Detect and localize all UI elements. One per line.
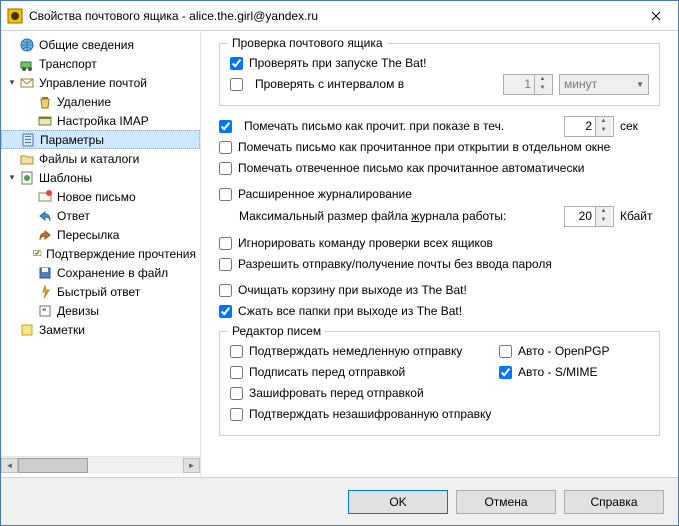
label-encrypt: Зашифровать перед отправкой bbox=[249, 386, 424, 400]
label-mark-read-show: Помечать письмо как прочит. при показе в… bbox=[244, 119, 504, 133]
label-sign: Подписать перед отправкой bbox=[249, 365, 405, 379]
dialog-footer: OK Отмена Справка bbox=[1, 477, 678, 525]
tree-item-templates[interactable]: Шаблоны bbox=[1, 168, 200, 187]
checkbox-ext-journal[interactable] bbox=[219, 188, 232, 201]
forward-icon bbox=[37, 227, 53, 243]
spinner-mark-read-seconds[interactable]: ▲▼ bbox=[564, 116, 614, 137]
horizontal-scrollbar[interactable]: ◄ ► bbox=[1, 456, 200, 473]
checkbox-confirm-unenc[interactable] bbox=[230, 408, 243, 421]
new-msg-icon bbox=[37, 189, 53, 205]
quick-reply-icon bbox=[37, 284, 53, 300]
group-check-mailbox: Проверка почтового ящика Проверять при з… bbox=[219, 43, 660, 106]
tree-item-reply[interactable]: Ответ bbox=[1, 206, 200, 225]
label-auto-smime: Авто - S/MIME bbox=[518, 365, 597, 379]
chevron-down-icon[interactable] bbox=[5, 77, 19, 88]
transport-icon bbox=[19, 56, 35, 72]
checkbox-empty-trash[interactable] bbox=[219, 284, 232, 297]
imap-icon bbox=[37, 113, 53, 129]
checkbox-compact[interactable] bbox=[219, 305, 232, 318]
tree-item-imap[interactable]: Настройка IMAP bbox=[1, 111, 200, 130]
mail-icon bbox=[19, 75, 35, 91]
tree-item-forward[interactable]: Пересылка bbox=[1, 225, 200, 244]
label-check-at-start: Проверять при запуске The Bat! bbox=[249, 56, 427, 70]
label-mark-read-open: Помечать письмо как прочитанное при откр… bbox=[238, 140, 610, 154]
scroll-thumb[interactable] bbox=[18, 458, 88, 473]
label-empty-trash: Очищать корзину при выходе из The Bat! bbox=[238, 283, 467, 297]
chevron-down-icon[interactable] bbox=[5, 172, 19, 183]
checkbox-ignore-checkall[interactable] bbox=[219, 237, 232, 250]
checkbox-mark-replied[interactable] bbox=[219, 162, 232, 175]
folder-icon bbox=[19, 151, 35, 167]
trash-icon bbox=[37, 94, 53, 110]
label-auto-pgp: Авто - OpenPGP bbox=[518, 344, 610, 358]
tree-item-mottos[interactable]: ❝ Девизы bbox=[1, 301, 200, 320]
close-button[interactable] bbox=[633, 1, 678, 30]
label-seconds-unit: сек bbox=[620, 119, 660, 133]
tree-item-deletion[interactable]: Удаление bbox=[1, 92, 200, 111]
chevron-down-icon: ▼ bbox=[636, 80, 644, 89]
globe-icon bbox=[19, 37, 35, 53]
label-compact: Сжать все папки при выходе из The Bat! bbox=[238, 304, 462, 318]
cancel-button[interactable]: Отмена bbox=[456, 490, 556, 514]
label-check-interval: Проверять с интервалом в bbox=[255, 77, 497, 91]
checkbox-mark-read-show[interactable] bbox=[219, 120, 232, 133]
templates-icon bbox=[19, 170, 35, 186]
help-button[interactable]: Справка bbox=[564, 490, 664, 514]
settings-panel: Проверка почтового ящика Проверять при з… bbox=[201, 31, 678, 477]
scroll-left-button[interactable]: ◄ bbox=[1, 458, 18, 473]
tree-item-mail-mgmt[interactable]: Управление почтой bbox=[1, 73, 200, 92]
tree-item-general[interactable]: Общие сведения bbox=[1, 35, 200, 54]
checkbox-check-at-start[interactable] bbox=[230, 57, 243, 70]
app-icon bbox=[7, 8, 23, 24]
mottos-icon: ❝ bbox=[37, 303, 53, 319]
window-title: Свойства почтового ящика - alice.the.gir… bbox=[29, 9, 633, 23]
label-mark-replied: Помечать отвеченное письмо как прочитанн… bbox=[238, 161, 584, 175]
checkbox-confirm-immediate[interactable] bbox=[230, 345, 243, 358]
scroll-right-button[interactable]: ► bbox=[183, 458, 200, 473]
checkbox-auto-pgp[interactable] bbox=[499, 345, 512, 358]
label-allow-nopass: Разрешить отправку/получение почты без в… bbox=[238, 257, 552, 271]
checkbox-mark-read-open[interactable] bbox=[219, 141, 232, 154]
tree-item-params[interactable]: Параметры bbox=[1, 130, 200, 149]
confirm-icon bbox=[32, 246, 42, 262]
params-icon bbox=[20, 132, 36, 148]
group-editor: Редактор писем Подтверждать немедленную … bbox=[219, 331, 660, 436]
checkbox-auto-smime[interactable] bbox=[499, 366, 512, 379]
label-ext-journal: Расширенное журналирование bbox=[238, 187, 412, 201]
spinner-interval[interactable]: ▲▼ bbox=[503, 74, 553, 95]
ok-button[interactable]: OK bbox=[348, 490, 448, 514]
tree-item-notes[interactable]: Заметки bbox=[1, 320, 200, 339]
nav-tree: Общие сведения Транспорт Управление почт… bbox=[1, 31, 201, 477]
tree-item-save-file[interactable]: Сохранение в файл bbox=[1, 263, 200, 282]
label-ignore-checkall: Игнорировать команду проверки всех ящико… bbox=[238, 236, 493, 250]
tree-item-read-confirm[interactable]: Подтверждение прочтения bbox=[1, 244, 200, 263]
reply-icon bbox=[37, 208, 53, 224]
notes-icon bbox=[19, 322, 35, 338]
label-kbyte-unit: Кбайт bbox=[620, 209, 660, 223]
svg-text:❝: ❝ bbox=[42, 307, 46, 316]
checkbox-allow-nopass[interactable] bbox=[219, 258, 232, 271]
label-journal-size: Максимальный размер файла журнала работы… bbox=[239, 209, 506, 223]
group-legend: Проверка почтового ящика bbox=[228, 36, 387, 50]
label-confirm-unenc: Подтверждать незашифрованную отправку bbox=[249, 407, 491, 421]
label-confirm-immediate: Подтверждать немедленную отправку bbox=[249, 344, 462, 358]
save-icon bbox=[37, 265, 53, 281]
combo-interval-unit[interactable]: минут ▼ bbox=[559, 74, 649, 95]
tree-item-new-msg[interactable]: Новое письмо bbox=[1, 187, 200, 206]
checkbox-sign[interactable] bbox=[230, 366, 243, 379]
spinner-journal-size[interactable]: ▲▼ bbox=[564, 206, 614, 227]
titlebar: Свойства почтового ящика - alice.the.gir… bbox=[1, 1, 678, 31]
checkbox-encrypt[interactable] bbox=[230, 387, 243, 400]
dialog-window: Свойства почтового ящика - alice.the.gir… bbox=[0, 0, 679, 526]
tree-item-files[interactable]: Файлы и каталоги bbox=[1, 149, 200, 168]
checkbox-check-interval[interactable] bbox=[230, 78, 243, 91]
tree-item-quick-reply[interactable]: Быстрый ответ bbox=[1, 282, 200, 301]
tree-item-transport[interactable]: Транспорт bbox=[1, 54, 200, 73]
group-legend: Редактор писем bbox=[228, 324, 325, 338]
